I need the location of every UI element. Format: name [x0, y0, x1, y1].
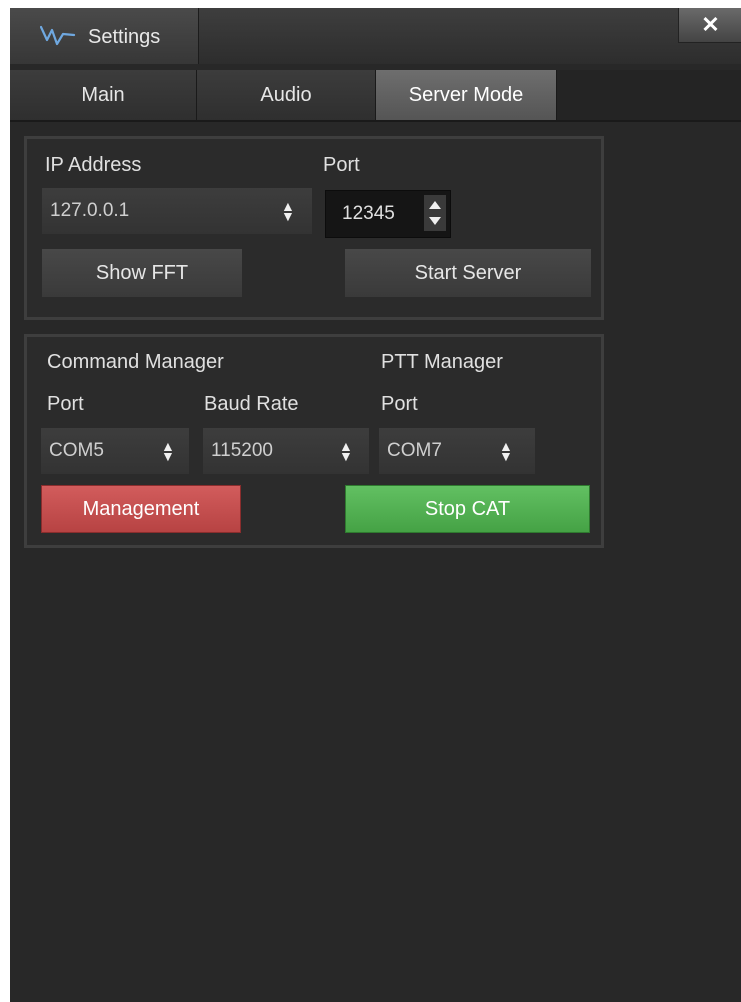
settings-window: Settings ✕ Main Audio Server Mode IP Add…: [10, 8, 741, 1002]
tab-audio-label: Audio: [260, 83, 312, 106]
start-server-button[interactable]: Start Server: [345, 249, 591, 297]
baud-rate-combo[interactable]: 115200 ▲ ▼: [203, 428, 369, 474]
management-label: Management: [82, 497, 200, 520]
up-down-arrows-icon: ▲ ▼: [161, 438, 175, 464]
command-port-value: COM5: [49, 440, 104, 461]
baud-rate-value: 115200: [211, 440, 273, 461]
command-port-combo[interactable]: COM5 ▲ ▼: [41, 428, 189, 474]
management-button[interactable]: Management: [41, 485, 241, 533]
cat-panel: Command Manager PTT Manager Port Baud Ra…: [24, 334, 604, 548]
spinner-arrows-icon[interactable]: [424, 195, 446, 231]
command-port-label: Port: [47, 393, 84, 415]
up-down-arrows-icon: ▲ ▼: [281, 198, 295, 224]
ip-address-combo[interactable]: 127.0.0.1 ▲ ▼: [42, 188, 312, 234]
up-down-arrows-icon: ▲ ▼: [339, 438, 353, 464]
waveform-icon: [40, 25, 76, 46]
start-server-label: Start Server: [414, 261, 522, 284]
command-manager-label: Command Manager: [47, 351, 224, 373]
close-icon: ✕: [701, 12, 720, 37]
tab-audio[interactable]: Audio: [197, 70, 376, 120]
ptt-port-combo[interactable]: COM7 ▲ ▼: [379, 428, 535, 474]
show-fft-label: Show FFT: [95, 261, 189, 284]
ptt-port-label: Port: [381, 393, 418, 415]
baud-rate-label: Baud Rate: [204, 393, 299, 415]
tab-server-mode-label: Server Mode: [408, 83, 524, 106]
port-spinbox[interactable]: 12345: [325, 190, 451, 238]
show-fft-button[interactable]: Show FFT: [42, 249, 242, 297]
close-button[interactable]: ✕: [678, 8, 741, 43]
port-value: 12345: [342, 203, 395, 224]
port-label: Port: [323, 154, 360, 176]
ip-address-value: 127.0.0.1: [50, 200, 130, 221]
tab-bar: Main Audio Server Mode: [10, 70, 741, 122]
title-bar[interactable]: Settings ✕: [10, 8, 741, 64]
tab-server-mode[interactable]: Server Mode: [376, 70, 557, 120]
window-title: Settings: [88, 26, 161, 48]
title-segment: Settings: [10, 8, 199, 64]
server-panel: IP Address Port 127.0.0.1 ▲ ▼ 12345 Show …: [24, 136, 604, 320]
up-down-arrows-icon: ▲ ▼: [499, 438, 513, 464]
stop-cat-button[interactable]: Stop CAT: [345, 485, 590, 533]
tab-main-label: Main: [81, 83, 125, 106]
ptt-manager-label: PTT Manager: [381, 351, 503, 373]
ptt-port-value: COM7: [387, 440, 442, 461]
tab-main[interactable]: Main: [10, 70, 197, 120]
ip-address-label: IP Address: [45, 154, 142, 176]
stop-cat-label: Stop CAT: [424, 497, 511, 520]
